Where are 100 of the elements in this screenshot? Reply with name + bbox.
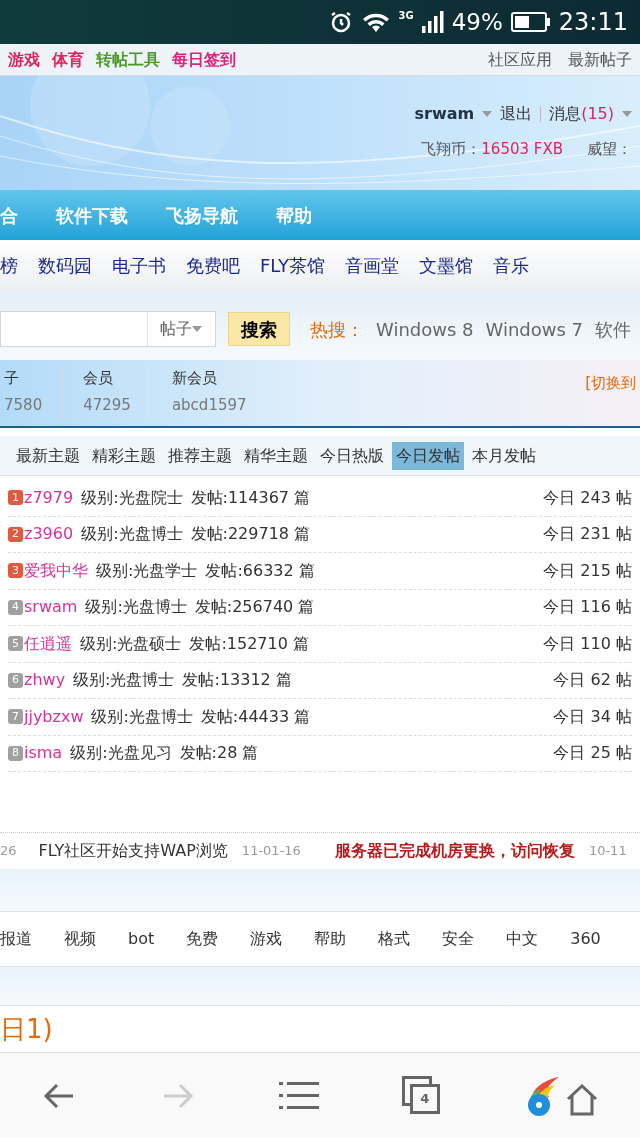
post-count: 发帖:44433 篇 xyxy=(200,705,311,728)
messages-link[interactable]: 消息(15) xyxy=(549,102,614,126)
stat-label: 子 xyxy=(4,368,20,389)
nav-link[interactable]: 数码园 xyxy=(38,251,92,279)
username-link[interactable]: isma xyxy=(24,741,63,766)
tag-link[interactable]: 帮助 xyxy=(314,927,347,951)
user-level: 级别:光盘博士 xyxy=(73,669,175,692)
tab[interactable]: 精华主题 xyxy=(240,441,312,470)
stat-value: 47295 xyxy=(83,394,131,416)
post-count: 发帖:13312 篇 xyxy=(182,669,292,692)
battery-percent: 49% xyxy=(451,7,503,37)
post-count: 发帖:152710 篇 xyxy=(189,632,309,655)
tab[interactable]: 推荐主题 xyxy=(164,441,236,470)
section-heading: 日1) xyxy=(0,1012,53,1046)
nav-link[interactable]: 文墨馆 xyxy=(419,251,473,279)
announcement-link[interactable]: FLY社区开始支持WAP浏览 xyxy=(38,839,228,863)
tab[interactable]: 精彩主题 xyxy=(88,441,160,470)
post-count: 发帖:256740 篇 xyxy=(194,596,315,619)
user-level: 级别:光盘院士 xyxy=(81,486,183,509)
stat-value: abcd1597 xyxy=(171,394,247,416)
today-count: 今日 34 帖 xyxy=(553,705,632,728)
post-count: 发帖:229718 篇 xyxy=(190,523,311,546)
stat-label: 会员 xyxy=(83,368,115,389)
nav-link[interactable]: 榜 xyxy=(0,251,18,279)
home-icon[interactable] xyxy=(564,1082,599,1117)
rank-badge: 7 xyxy=(8,709,23,725)
logout-link[interactable]: 退出 xyxy=(500,102,533,126)
tag-link[interactable]: 安全 xyxy=(442,927,475,951)
stat-label: 新会员 xyxy=(171,368,218,389)
top-link[interactable]: 社区应用 xyxy=(488,47,552,72)
nav-link[interactable]: 音乐 xyxy=(493,251,529,279)
user-level: 级别:光盘学士 xyxy=(96,559,198,582)
announcement-date: 26 xyxy=(0,842,17,861)
tag-link[interactable]: 360 xyxy=(570,927,601,951)
menu-icon[interactable] xyxy=(279,1079,319,1112)
caret-icon xyxy=(622,111,632,117)
hot-search-link[interactable]: 软件 xyxy=(595,315,632,343)
nav-link[interactable]: FLY茶馆 xyxy=(260,251,325,279)
tab[interactable]: 今日发帖 xyxy=(392,441,464,470)
today-count: 今日 243 帖 xyxy=(543,486,632,509)
stat-value: 7580 xyxy=(4,394,43,416)
tab[interactable]: 最新主题 xyxy=(12,441,84,470)
search-field[interactable]: 帖子 xyxy=(0,311,216,347)
hot-search-link[interactable]: Windows 7 xyxy=(485,315,584,343)
top-link[interactable]: 每日签到 xyxy=(172,47,236,72)
search-scope[interactable]: 帖子 xyxy=(160,317,192,341)
announcement-date: 10-11 xyxy=(588,842,627,861)
prestige-label: 威望： xyxy=(587,139,633,160)
post-count: 发帖:114367 篇 xyxy=(190,486,311,509)
username-link[interactable]: jjybzxw xyxy=(24,704,84,729)
top-link[interactable]: 最新帖子 xyxy=(568,47,632,72)
tag-link[interactable]: 游戏 xyxy=(250,927,283,951)
today-count: 今日 62 帖 xyxy=(553,669,632,692)
tag-link[interactable]: 格式 xyxy=(378,927,411,951)
nav-link[interactable]: 音画堂 xyxy=(345,251,399,279)
network-type: 3G xyxy=(398,9,414,23)
nav-link[interactable]: 免费吧 xyxy=(186,251,240,279)
rank-badge: 5 xyxy=(8,636,23,652)
today-count: 今日 110 帖 xyxy=(543,632,632,655)
today-count: 今日 116 帖 xyxy=(543,596,632,619)
rank-badge: 1 xyxy=(8,490,23,506)
tag-link[interactable]: 免费 xyxy=(186,927,219,951)
rank-badge: 8 xyxy=(8,745,23,761)
clock: 23:11 xyxy=(558,7,628,38)
username-link[interactable]: srwam xyxy=(24,595,78,620)
rank-badge: 2 xyxy=(8,526,23,542)
tab[interactable]: 本月发帖 xyxy=(468,441,540,470)
user-level: 级别:光盘博士 xyxy=(81,523,183,546)
top-link[interactable]: 体育 xyxy=(52,47,84,72)
user-level: 级别:光盘博士 xyxy=(91,705,193,728)
tab[interactable]: 今日热版 xyxy=(316,441,388,470)
search-button[interactable]: 搜索 xyxy=(228,312,290,346)
hot-search-link[interactable]: Windows 8 xyxy=(376,315,474,343)
nav-link[interactable]: 电子书 xyxy=(112,251,166,279)
caret-icon xyxy=(482,111,493,117)
username-link[interactable]: 爱我中华 xyxy=(24,558,88,583)
tag-link[interactable]: bot xyxy=(128,927,155,951)
tag-link[interactable]: 中文 xyxy=(506,927,539,951)
username-link[interactable]: 任逍遥 xyxy=(24,631,72,656)
rank-badge: 4 xyxy=(8,599,23,615)
rank-badge: 6 xyxy=(8,672,23,688)
post-count: 发帖:66332 篇 xyxy=(205,559,315,582)
username-link[interactable]: srwam xyxy=(414,102,475,126)
username-link[interactable]: z3960 xyxy=(24,522,74,547)
today-count: 今日 25 帖 xyxy=(553,742,632,765)
hot-search-label: 热搜： xyxy=(310,317,364,342)
announcement-date: 11-01-16 xyxy=(241,842,301,861)
username-link[interactable]: zhwy xyxy=(24,668,66,693)
today-count: 今日 215 帖 xyxy=(543,559,632,582)
username-link[interactable]: z7979 xyxy=(24,485,74,510)
announcement-link[interactable]: 服务器已完成机房更换，访问恢复 xyxy=(334,839,575,863)
tag-link[interactable]: 视频 xyxy=(64,927,96,951)
tag-link[interactable]: 报道 xyxy=(0,927,32,951)
top-link[interactable]: 游戏 xyxy=(8,47,40,72)
today-count: 今日 231 帖 xyxy=(543,523,632,546)
user-level: 级别:光盘见习 xyxy=(70,742,172,765)
user-level: 级别:光盘硕士 xyxy=(80,632,182,655)
signal-icon xyxy=(421,10,444,34)
rank-badge: 3 xyxy=(8,563,23,579)
coins-info: 飞翔币：16503 FXB xyxy=(421,139,563,160)
